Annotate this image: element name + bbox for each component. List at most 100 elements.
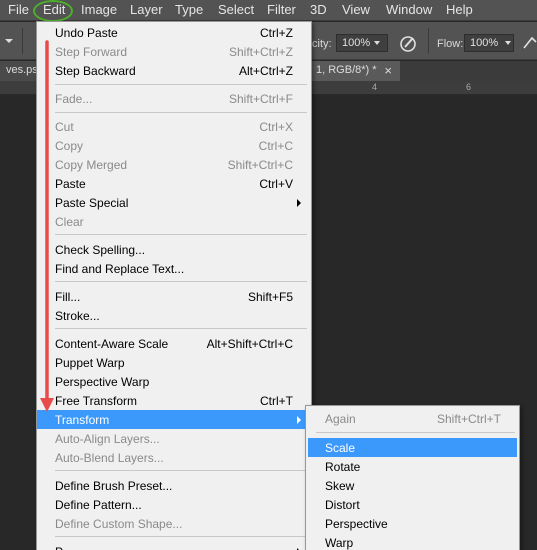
menu-item-find-replace[interactable]: Find and Replace Text... — [37, 259, 311, 278]
menu-help[interactable]: Help — [446, 2, 473, 17]
menu-file[interactable]: File — [8, 2, 29, 17]
pressure-opacity-icon[interactable] — [398, 33, 420, 53]
tab-close-icon[interactable]: × — [384, 63, 392, 78]
menu-item-auto-blend-layers: Auto-Blend Layers... — [37, 448, 311, 467]
menu-separator — [55, 112, 307, 113]
menu-item-shortcut: Ctrl+C — [258, 139, 293, 153]
menu-item-label: Copy — [55, 139, 84, 153]
menu-item-free-transform[interactable]: Free Transform Ctrl+T — [37, 391, 311, 410]
menu-item-shortcut: Ctrl+T — [260, 394, 293, 408]
menu-item-content-aware-scale[interactable]: Content-Aware Scale Alt+Shift+Ctrl+C — [37, 334, 311, 353]
submenu-arrow-icon — [297, 416, 301, 424]
menu-item-label: Define Custom Shape... — [55, 517, 183, 531]
menu-select[interactable]: Select — [218, 2, 254, 17]
submenu-item-distort[interactable]: Distort — [306, 495, 519, 514]
menu-item-label: Stroke... — [55, 309, 100, 323]
menu-item-shortcut: Ctrl+X — [259, 120, 293, 134]
opacity-label: city: — [312, 38, 332, 50]
menu-item-label: Perspective Warp — [55, 375, 150, 389]
menu-separator — [55, 328, 307, 329]
submenu-arrow-icon — [297, 199, 301, 207]
menu-item-label: Content-Aware Scale — [55, 337, 169, 351]
menu-view[interactable]: View — [342, 2, 370, 17]
menu-item-label: Undo Paste — [55, 26, 118, 40]
document-tab-active[interactable]: 1, RGB/8*) * × — [310, 61, 400, 81]
menu-separator — [316, 432, 515, 433]
menu-item-label: Find and Replace Text... — [55, 262, 185, 276]
menu-item-label: Free Transform — [55, 394, 138, 408]
menu-item-partial[interactable]: P — [37, 542, 311, 550]
menu-item-step-forward: Step Forward Shift+Ctrl+Z — [37, 42, 311, 61]
opacity-dropdown-icon[interactable] — [374, 41, 380, 45]
edit-highlight-circle — [33, 0, 73, 22]
submenu-item-scale[interactable]: Scale — [308, 438, 517, 457]
menu-item-shortcut: Shift+Ctrl+T — [436, 412, 501, 426]
menu-item-step-backward[interactable]: Step Backward Alt+Ctrl+Z — [37, 61, 311, 80]
menu-item-label: Skew — [325, 479, 355, 493]
menu-item-auto-align-layers: Auto-Align Layers... — [37, 429, 311, 448]
menu-item-shortcut: Shift+Ctrl+C — [227, 158, 293, 172]
menu-item-perspective-warp[interactable]: Perspective Warp — [37, 372, 311, 391]
menu-item-copy-merged: Copy Merged Shift+Ctrl+C — [37, 155, 311, 174]
submenu-item-rotate[interactable]: Rotate — [306, 457, 519, 476]
menu-item-label: Define Pattern... — [55, 498, 142, 512]
menu-item-label: Auto-Align Layers... — [55, 432, 160, 446]
menu-item-label: Auto-Blend Layers... — [55, 451, 164, 465]
submenu-item-skew[interactable]: Skew — [306, 476, 519, 495]
menu-item-check-spelling[interactable]: Check Spelling... — [37, 240, 311, 259]
menu-item-shortcut: Alt+Ctrl+Z — [238, 64, 293, 78]
menu-item-fade: Fade... Shift+Ctrl+F — [37, 89, 311, 108]
menu-item-define-custom-shape: Define Custom Shape... — [37, 514, 311, 533]
tool-preset-arrow-icon[interactable] — [5, 39, 13, 43]
airbrush-icon[interactable] — [522, 34, 537, 52]
document-tab[interactable]: ves.psd — [0, 61, 44, 81]
menu-item-stroke[interactable]: Stroke... — [37, 306, 311, 325]
menu-separator — [55, 470, 307, 471]
ruler-tick: 4 — [372, 82, 378, 92]
menu-separator — [55, 84, 307, 85]
menu-item-paste[interactable]: Paste Ctrl+V — [37, 174, 311, 193]
menu-item-undo-paste[interactable]: Undo Paste Ctrl+Z — [37, 23, 311, 42]
flow-dropdown-icon[interactable] — [505, 41, 511, 45]
menu-item-label: Check Spelling... — [55, 243, 146, 257]
menu-item-define-pattern[interactable]: Define Pattern... — [37, 495, 311, 514]
menu-item-label: Paste Special — [55, 196, 129, 210]
menu-window[interactable]: Window — [386, 2, 432, 17]
menu-item-label: Paste — [55, 177, 86, 191]
menu-item-label: Fade... — [55, 92, 93, 106]
menu-item-shortcut: Shift+Ctrl+Z — [228, 45, 293, 59]
edit-menu: Undo Paste Ctrl+Z Step Forward Shift+Ctr… — [36, 21, 312, 550]
menu-item-transform[interactable]: Transform — [37, 410, 311, 429]
menu-type[interactable]: Type — [175, 2, 203, 17]
menu-item-cut: Cut Ctrl+X — [37, 117, 311, 136]
menu-item-define-brush-preset[interactable]: Define Brush Preset... — [37, 476, 311, 495]
opacity-field[interactable]: 100% — [336, 34, 388, 52]
menu-item-label: Rotate — [325, 460, 361, 474]
submenu-item-perspective[interactable]: Perspective — [306, 514, 519, 533]
menu-item-fill[interactable]: Fill... Shift+F5 — [37, 287, 311, 306]
menu-item-shortcut: Shift+F5 — [247, 290, 293, 304]
menu-item-label: P — [55, 545, 63, 550]
menu-item-shortcut: Ctrl+V — [259, 177, 293, 191]
menu-item-puppet-warp[interactable]: Puppet Warp — [37, 353, 311, 372]
menu-item-label: Copy Merged — [55, 158, 128, 172]
menu-item-label: Perspective — [325, 517, 388, 531]
menu-item-label: Step Backward — [55, 64, 136, 78]
menu-item-label: Define Brush Preset... — [55, 479, 173, 493]
menu-image[interactable]: Image — [81, 2, 117, 17]
submenu-item-warp[interactable]: Warp — [306, 533, 519, 550]
menu-item-label: Transform — [55, 413, 110, 427]
menu-filter[interactable]: Filter — [267, 2, 296, 17]
menu-item-copy: Copy Ctrl+C — [37, 136, 311, 155]
menu-bar: File Edit Image Layer Type Select Filter… — [0, 0, 537, 22]
menu-item-label: Warp — [325, 536, 354, 550]
menu-item-label: Clear — [55, 215, 84, 229]
menu-item-label: Cut — [55, 120, 74, 134]
menu-layer[interactable]: Layer — [130, 2, 163, 17]
menu-3d[interactable]: 3D — [310, 2, 327, 17]
menu-item-shortcut: Ctrl+Z — [260, 26, 293, 40]
menu-item-shortcut: Alt+Shift+Ctrl+C — [206, 337, 293, 351]
menu-item-label: Again — [325, 412, 356, 426]
flow-label: Flow: — [437, 38, 464, 50]
menu-item-paste-special[interactable]: Paste Special — [37, 193, 311, 212]
